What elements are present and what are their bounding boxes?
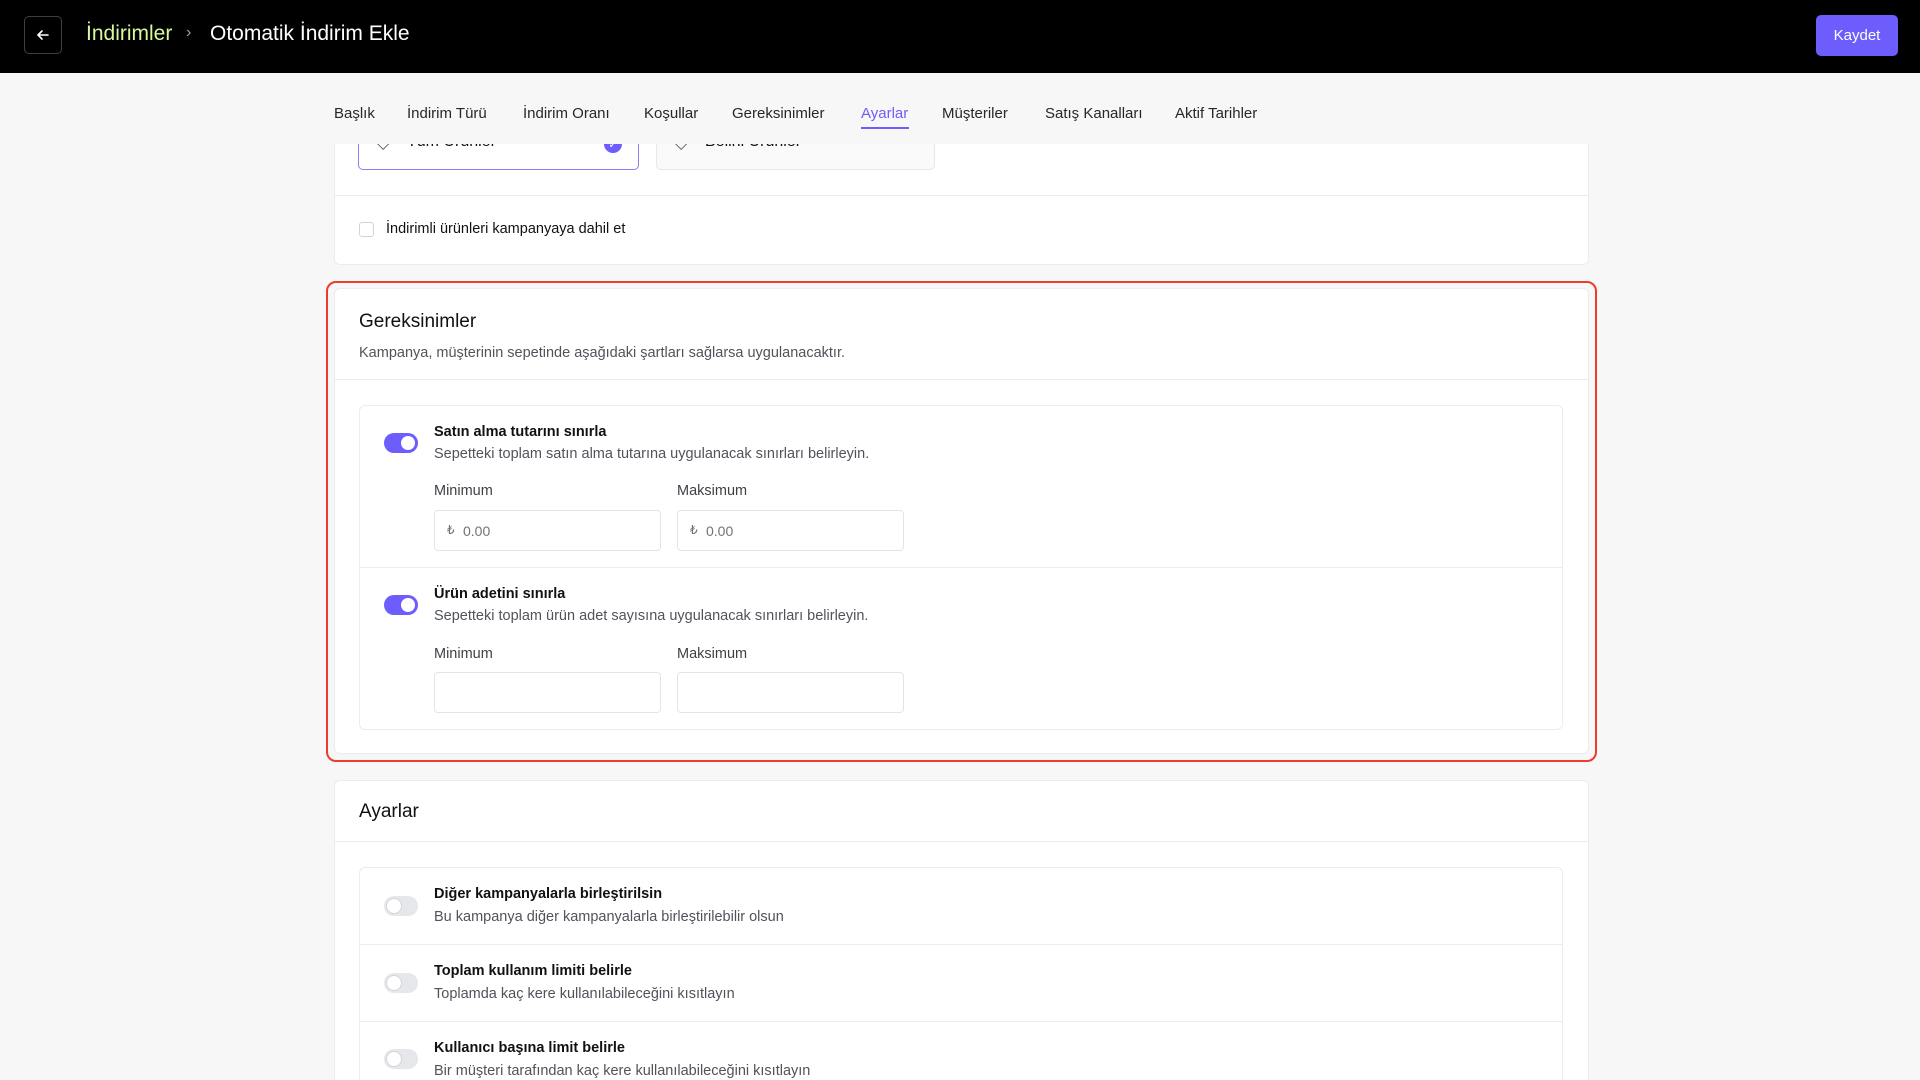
item-count-desc: Sepetteki toplam ürün adet sayısına uygu… [434,608,869,624]
toggle-knob [401,598,415,612]
tab-musteriler[interactable]: Müşteriler [942,105,1008,122]
divider [359,1021,1563,1022]
page-title: Otomatik İndirim Ekle [210,22,410,45]
min-count-input[interactable] [447,682,647,704]
toggle-knob [401,436,415,450]
tab-satis-kanallari[interactable]: Satış Kanalları [1045,105,1143,122]
active-tab-indicator [861,127,909,129]
currency-symbol: ₺ [690,523,698,537]
purchase-amount-title: Satın alma tutarını sınırla [434,424,607,440]
divider [334,195,1589,196]
tab-indirim-turu[interactable]: İndirim Türü [407,105,487,122]
combine-campaigns-toggle[interactable] [384,896,418,916]
min-amount-label: Minimum [434,483,493,499]
max-amount-field: ₺ [677,510,904,551]
purchase-amount-toggle[interactable] [384,433,418,453]
total-usage-limit-title: Toplam kullanım limiti belirle [434,963,632,979]
currency-symbol: ₺ [447,523,455,537]
max-amount-input[interactable] [706,520,886,542]
item-count-toggle[interactable] [384,595,418,615]
combine-campaigns-title: Diğer kampanyalarla birleştirilsin [434,886,663,902]
divider [334,379,1589,380]
include-discounted-checkbox[interactable] [359,222,374,237]
section-tabs: Başlık İndirim Türü İndirim Oranı Koşull… [0,73,1920,144]
per-user-limit-toggle[interactable] [384,1049,418,1069]
toggle-knob [387,1052,401,1066]
requirements-title: Gereksinimler [359,311,477,332]
total-usage-limit-toggle[interactable] [384,973,418,993]
toggle-knob [387,899,401,913]
toggle-knob [387,976,401,990]
max-count-label: Maksimum [677,646,748,662]
min-count-field [434,672,661,713]
per-user-limit-title: Kullanıcı başına limit belirle [434,1040,625,1056]
save-button[interactable]: Kaydet [1816,15,1898,56]
chevron-right-icon: › [186,24,192,41]
min-amount-field: ₺ [434,510,661,551]
tab-baslik[interactable]: Başlık [334,105,375,122]
max-count-field [677,672,904,713]
purchase-amount-desc: Sepetteki toplam satın alma tutarına uyg… [434,446,870,462]
requirements-subtitle: Kampanya, müşterinin sepetinde aşağıdaki… [359,345,846,361]
per-user-limit-desc: Bir müşteri tarafından kaç kere kullanıl… [434,1063,811,1079]
tab-kosullar[interactable]: Koşullar [644,105,698,122]
max-count-input[interactable] [690,682,890,704]
total-usage-limit-desc: Toplamda kaç kere kullanılabileceğini kı… [434,986,735,1002]
tab-indirim-orani[interactable]: İndirim Oranı [523,105,610,122]
back-button[interactable] [24,16,62,54]
item-count-title: Ürün adetini sınırla [434,586,566,602]
include-discounted-label: İndirimli ürünleri kampanyaya dahil et [386,221,626,237]
arrow-left-icon [37,30,49,40]
top-bar: İndirimler › Otomatik İndirim Ekle Kayde… [0,0,1920,73]
breadcrumb-parent-link[interactable]: İndirimler [86,22,172,46]
tab-ayarlar[interactable]: Ayarlar [861,105,908,122]
settings-title: Ayarlar [359,801,419,822]
tab-aktif-tarihler[interactable]: Aktif Tarihler [1175,105,1257,122]
min-count-label: Minimum [434,646,493,662]
divider [359,567,1563,568]
divider [334,841,1589,842]
min-amount-input[interactable] [463,520,643,542]
max-amount-label: Maksimum [677,483,748,499]
combine-campaigns-desc: Bu kampanya diğer kampanyalarla birleşti… [434,909,784,925]
tab-gereksinimler[interactable]: Gereksinimler [732,105,825,122]
divider [359,944,1563,945]
